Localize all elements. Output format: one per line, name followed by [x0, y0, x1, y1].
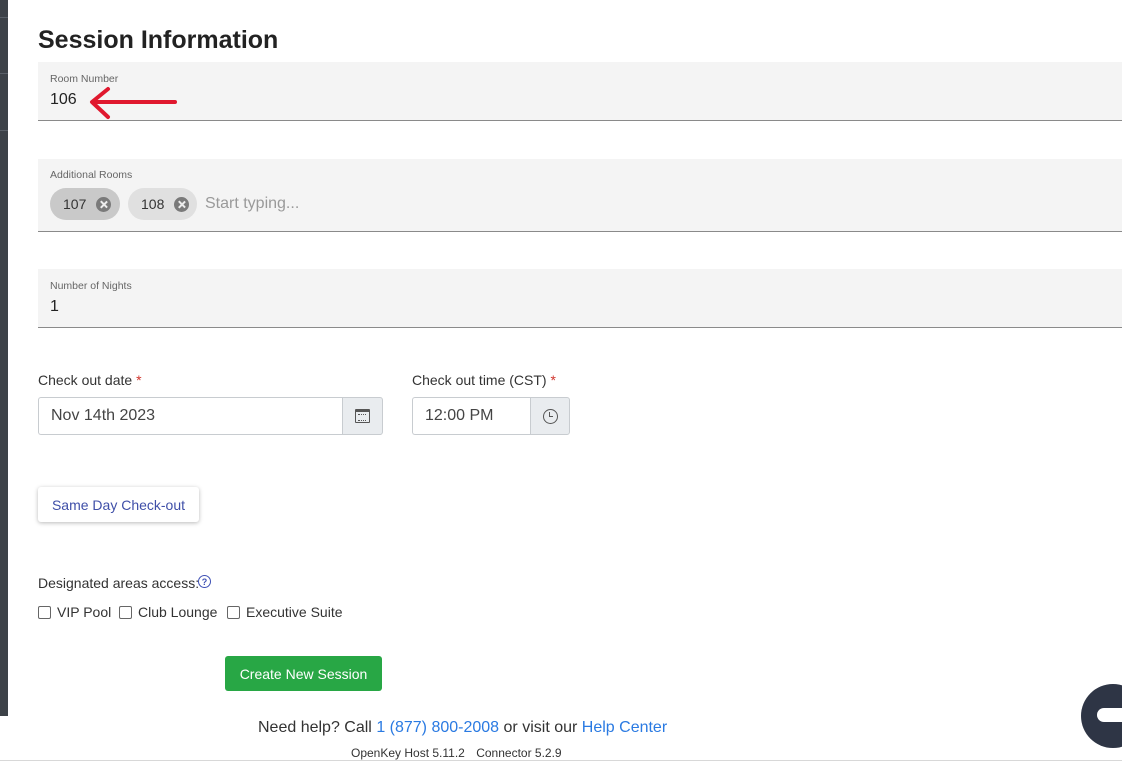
- checkout-date-label: Check out date *: [38, 372, 142, 388]
- checkbox-box[interactable]: [227, 605, 240, 619]
- clock-button[interactable]: [530, 397, 570, 435]
- checkout-date-label-text: Check out date: [38, 372, 133, 388]
- chat-widget-button[interactable]: [1081, 684, 1122, 748]
- red-arrow-annotation: [90, 87, 177, 119]
- clock-icon: [542, 408, 558, 424]
- checkbox-label: VIP Pool: [57, 604, 112, 620]
- create-session-button[interactable]: Create New Session: [225, 656, 382, 691]
- same-day-checkout-button[interactable]: Same Day Check-out: [38, 487, 199, 522]
- nights-label: Number of Nights: [50, 280, 132, 292]
- sidebar-divider: [0, 73, 8, 74]
- room-chip-108[interactable]: 108: [128, 188, 197, 220]
- room-number-field[interactable]: Room Number 106: [38, 62, 1122, 121]
- page-title: Session Information: [38, 26, 279, 54]
- checkout-date-group[interactable]: Nov 14th 2023: [38, 397, 383, 435]
- nights-field[interactable]: Number of Nights 1: [38, 269, 1122, 328]
- checkbox-executive-suite[interactable]: Executive Suite: [227, 604, 343, 620]
- help-center-link[interactable]: Help Center: [582, 719, 667, 736]
- additional-rooms-label: Additional Rooms: [50, 169, 133, 181]
- calendar-button[interactable]: [342, 397, 383, 435]
- checkbox-label: Club Lounge: [138, 604, 218, 620]
- chip-label: 108: [141, 196, 165, 212]
- chip-remove-icon[interactable]: [96, 196, 112, 212]
- checkout-time-group[interactable]: 12:00 PM: [412, 397, 570, 435]
- bottom-divider: [0, 760, 1122, 761]
- chat-icon: [1097, 708, 1122, 722]
- sidebar-divider: [0, 17, 8, 18]
- checkbox-label: Executive Suite: [246, 604, 343, 620]
- help-prefix: Need help? Call: [258, 719, 372, 736]
- left-sidebar-strip: [0, 0, 8, 716]
- checkout-time-input[interactable]: 12:00 PM: [412, 397, 530, 435]
- checkbox-club-lounge[interactable]: Club Lounge: [119, 604, 217, 620]
- required-mark: *: [550, 372, 556, 388]
- checkbox-box[interactable]: [119, 605, 132, 619]
- help-line: Need help? Call 1 (877) 800-2008 or visi…: [258, 719, 667, 737]
- additional-rooms-input[interactable]: [205, 189, 705, 219]
- help-middle: or visit our: [503, 719, 578, 736]
- connector-version: Connector 5.2.9: [476, 746, 562, 760]
- checkout-time-label: Check out time (CST) *: [412, 372, 556, 388]
- room-chip-107[interactable]: 107: [50, 188, 120, 220]
- phone-link[interactable]: 1 (877) 800-2008: [376, 719, 499, 736]
- checkout-time-label-text: Check out time (CST): [412, 372, 547, 388]
- version-info: OpenKey Host 5.11.2 Connector 5.2.9: [351, 746, 562, 760]
- room-number-label: Room Number: [50, 73, 119, 85]
- checkbox-box[interactable]: [38, 605, 51, 619]
- designated-areas-label: Designated areas access:: [38, 575, 200, 591]
- chip-label: 107: [63, 196, 87, 212]
- chip-remove-icon[interactable]: [174, 196, 190, 212]
- host-version: OpenKey Host 5.11.2: [351, 746, 465, 760]
- nights-value[interactable]: 1: [50, 298, 59, 316]
- required-mark: *: [136, 372, 142, 388]
- sidebar-divider: [0, 130, 8, 131]
- additional-rooms-field[interactable]: Additional Rooms 107 108: [38, 159, 1122, 232]
- calendar-icon: [355, 409, 370, 423]
- room-number-value[interactable]: 106: [50, 91, 77, 109]
- checkbox-vip-pool[interactable]: VIP Pool: [38, 604, 111, 620]
- help-circle-icon[interactable]: ?: [198, 575, 211, 588]
- checkout-date-input[interactable]: Nov 14th 2023: [38, 397, 342, 435]
